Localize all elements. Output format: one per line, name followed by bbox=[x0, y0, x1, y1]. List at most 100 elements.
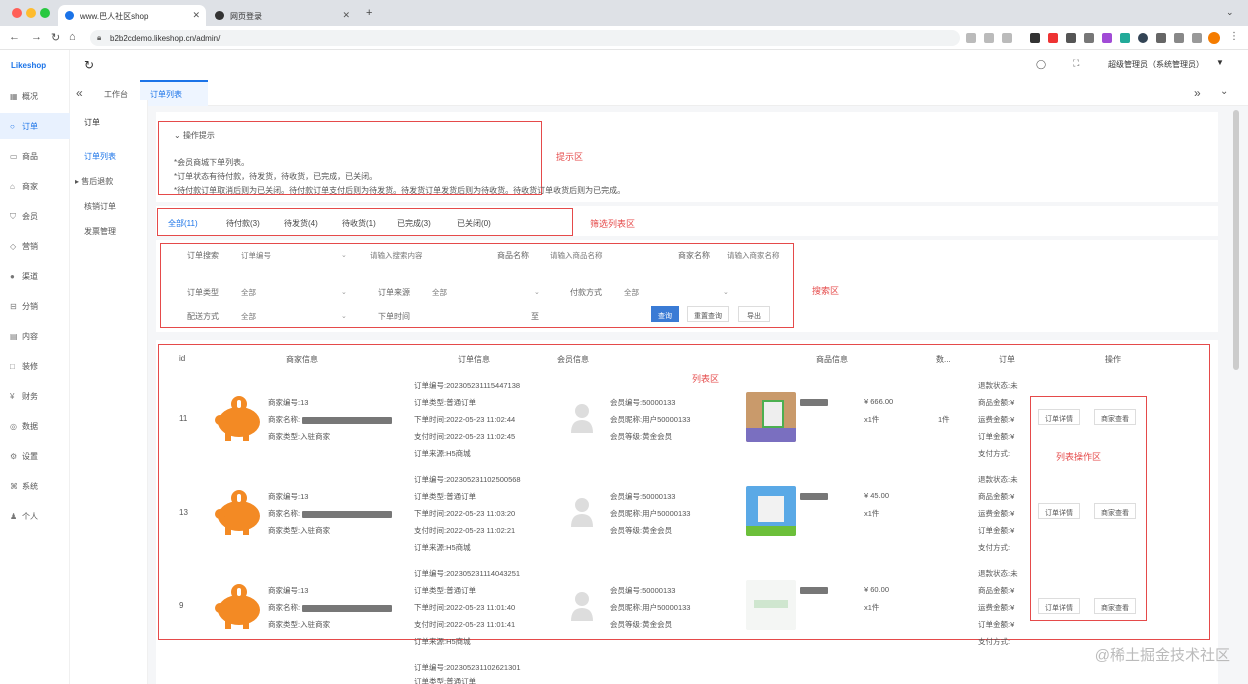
address-bar[interactable]: 🔒︎ b2b2cdemo.likeshop.cn/admin/ bbox=[90, 30, 960, 46]
sub-item-verify[interactable]: 核销订单 bbox=[84, 201, 116, 212]
profile-avatar-icon[interactable] bbox=[1208, 32, 1220, 44]
forward-arrow-icon[interactable]: → bbox=[31, 31, 42, 43]
order-search-input[interactable]: 请输入搜索内容 bbox=[367, 247, 477, 261]
sidebar-item-orders[interactable]: ○ 订单 bbox=[0, 113, 70, 139]
filter-tab-unpaid[interactable]: 待付款(3) bbox=[226, 218, 260, 229]
puzzle-icon[interactable] bbox=[1174, 33, 1184, 43]
sidebar-item-goods[interactable]: ▭ 商品 bbox=[0, 143, 70, 169]
member-id: 会员编号:50000133 bbox=[610, 586, 676, 595]
new-tab-icon[interactable]: + bbox=[366, 7, 372, 19]
sidebar-item-content[interactable]: ▤ 内容 bbox=[0, 323, 70, 349]
shop-name-text: 商家名称: bbox=[268, 603, 301, 612]
search-annotation: 搜索区 bbox=[812, 286, 840, 296]
browser-tab[interactable]: 网页登录 ✕ bbox=[208, 5, 356, 26]
filter-tab-closed[interactable]: 已关闭(0) bbox=[457, 218, 491, 229]
browser-tab-active[interactable]: www.巴人社区shop ✕ bbox=[58, 5, 206, 26]
sidebar-item-channels[interactable]: ● 渠道 bbox=[0, 263, 70, 289]
home-icon[interactable]: ⌂ bbox=[69, 31, 76, 43]
sidebar-item-label: 营销 bbox=[22, 242, 38, 251]
maximize-window-icon[interactable] bbox=[40, 8, 50, 18]
order-type-select[interactable]: 全部 bbox=[238, 284, 350, 298]
tab-list-chevron-icon[interactable]: ⌄ bbox=[1226, 7, 1234, 18]
tips-toggle[interactable]: ⌄ 操作提示 bbox=[174, 130, 215, 141]
end-date-input[interactable] bbox=[542, 308, 640, 322]
close-tab-icon[interactable]: ✕ bbox=[192, 10, 200, 21]
shipping-amount: 运费金额:¥ bbox=[978, 603, 1015, 612]
share-icon[interactable] bbox=[966, 33, 976, 43]
order-detail-button[interactable]: 订单详情 bbox=[1038, 598, 1080, 614]
sidebar-item-marketing[interactable]: ◇ 营销 bbox=[0, 233, 70, 259]
export-button[interactable]: 导出 bbox=[738, 306, 770, 322]
order-detail-button[interactable]: 订单详情 bbox=[1038, 503, 1080, 519]
extension-icon[interactable] bbox=[1084, 33, 1094, 43]
close-tab-icon[interactable]: ✕ bbox=[342, 10, 350, 21]
reset-button[interactable]: 重置查询 bbox=[687, 306, 729, 322]
sidebar-icon[interactable] bbox=[1192, 33, 1202, 43]
menu-dots-icon[interactable]: ⋮ bbox=[1229, 31, 1239, 42]
extension-icon[interactable] bbox=[1102, 33, 1112, 43]
list-action-annotation: 列表操作区 bbox=[1056, 452, 1102, 462]
refresh-icon[interactable]: ↻ bbox=[84, 58, 94, 72]
filter-tab-unshipped[interactable]: 待发货(4) bbox=[284, 218, 318, 229]
filter-tab-unreceived[interactable]: 待收货(1) bbox=[342, 218, 376, 229]
shop-view-button[interactable]: 商家查看 bbox=[1094, 409, 1136, 425]
expand-double-chevron-icon[interactable]: » bbox=[1194, 86, 1201, 100]
extension-icon[interactable] bbox=[1066, 33, 1076, 43]
sidebar-item-label: 数据 bbox=[22, 422, 38, 431]
sub-item-order-list[interactable]: 订单列表 bbox=[84, 151, 116, 162]
extension-icon[interactable] bbox=[1030, 33, 1040, 43]
sidebar-item-system[interactable]: ⌘ 系统 bbox=[0, 473, 70, 499]
pay-method-select[interactable]: 全部 bbox=[621, 284, 731, 298]
sidebar-item-personal[interactable]: ♟ 个人 bbox=[0, 503, 70, 529]
extension-icon[interactable] bbox=[1048, 33, 1058, 43]
order-type: 订单类型:普通订单 bbox=[414, 398, 477, 407]
shop-name-input[interactable]: 请输入商家名称 bbox=[724, 247, 790, 261]
back-arrow-icon[interactable]: ← bbox=[9, 31, 20, 43]
sidebar-item-label: 内容 bbox=[22, 332, 38, 341]
member-nickname: 会员昵称:用户50000133 bbox=[610, 415, 691, 424]
query-button[interactable]: 查询 bbox=[651, 306, 679, 322]
fullscreen-icon[interactable]: ⛶ bbox=[1073, 58, 1079, 69]
goods-name-input[interactable]: 请输入商品名称 bbox=[547, 247, 662, 261]
close-window-icon[interactable] bbox=[12, 8, 22, 18]
star-icon[interactable] bbox=[1002, 33, 1012, 43]
extension-icon[interactable] bbox=[1156, 33, 1166, 43]
sidebar-item-shops[interactable]: ⌂ 商家 bbox=[0, 173, 70, 199]
minimize-window-icon[interactable] bbox=[26, 8, 36, 18]
shop-name-text: 商家名称: bbox=[268, 415, 301, 424]
user-dropdown-caret-icon[interactable]: ▼ bbox=[1216, 58, 1224, 67]
delivery-select[interactable]: 全部 bbox=[238, 308, 350, 322]
bell-icon[interactable]: ◯ bbox=[1036, 59, 1046, 70]
sidebar-item-settings[interactable]: ⚙ 设置 bbox=[0, 443, 70, 469]
extension-icon[interactable] bbox=[1138, 33, 1148, 43]
collapse-double-chevron-icon[interactable]: « bbox=[76, 86, 83, 100]
order-search-select[interactable]: 订单编号 bbox=[238, 247, 350, 261]
sub-item-invoice[interactable]: 发票管理 bbox=[84, 226, 116, 237]
order-detail-button[interactable]: 订单详情 bbox=[1038, 409, 1080, 425]
sidebar-item-members[interactable]: ⛉ 会员 bbox=[0, 203, 70, 229]
order-type: 订单类型:普通订单 bbox=[414, 677, 477, 684]
reload-icon[interactable]: ↻ bbox=[51, 31, 60, 44]
sidebar-item-decoration[interactable]: □ 装修 bbox=[0, 353, 70, 379]
start-date-input[interactable] bbox=[429, 308, 527, 322]
filter-tab-all[interactable]: 全部(11) bbox=[168, 218, 198, 229]
shop-view-button[interactable]: 商家查看 bbox=[1094, 503, 1136, 519]
sidebar-item-distribution[interactable]: ⊟ 分销 bbox=[0, 293, 70, 319]
sidebar-item-label: 分销 bbox=[22, 302, 38, 311]
tab-order-list[interactable]: 订单列表 bbox=[140, 80, 208, 106]
current-user[interactable]: 超级管理员（系统管理员） bbox=[1108, 59, 1204, 70]
sidebar-item-data[interactable]: ◎ 数据 bbox=[0, 413, 70, 439]
filter-tab-completed[interactable]: 已完成(3) bbox=[397, 218, 431, 229]
tabs-dropdown-icon[interactable]: ⌄ bbox=[1220, 86, 1228, 97]
order-source-select[interactable]: 全部 bbox=[429, 284, 541, 298]
sidebar-item-label: 商品 bbox=[22, 152, 38, 161]
select-caret-icon: ⌄ bbox=[341, 313, 347, 320]
shop-view-button[interactable]: 商家查看 bbox=[1094, 598, 1136, 614]
sub-item-label: 售后退款 bbox=[81, 177, 114, 186]
sidebar-item-overview[interactable]: ▦ 概况 bbox=[0, 83, 70, 109]
page-scrollbar[interactable] bbox=[1233, 110, 1239, 370]
sidebar-item-finance[interactable]: ¥ 财务 bbox=[0, 383, 70, 409]
sub-item-after-sales[interactable]: ▸ 售后退款 bbox=[75, 176, 113, 187]
extension-icon[interactable] bbox=[1120, 33, 1130, 43]
password-icon[interactable] bbox=[984, 33, 994, 43]
